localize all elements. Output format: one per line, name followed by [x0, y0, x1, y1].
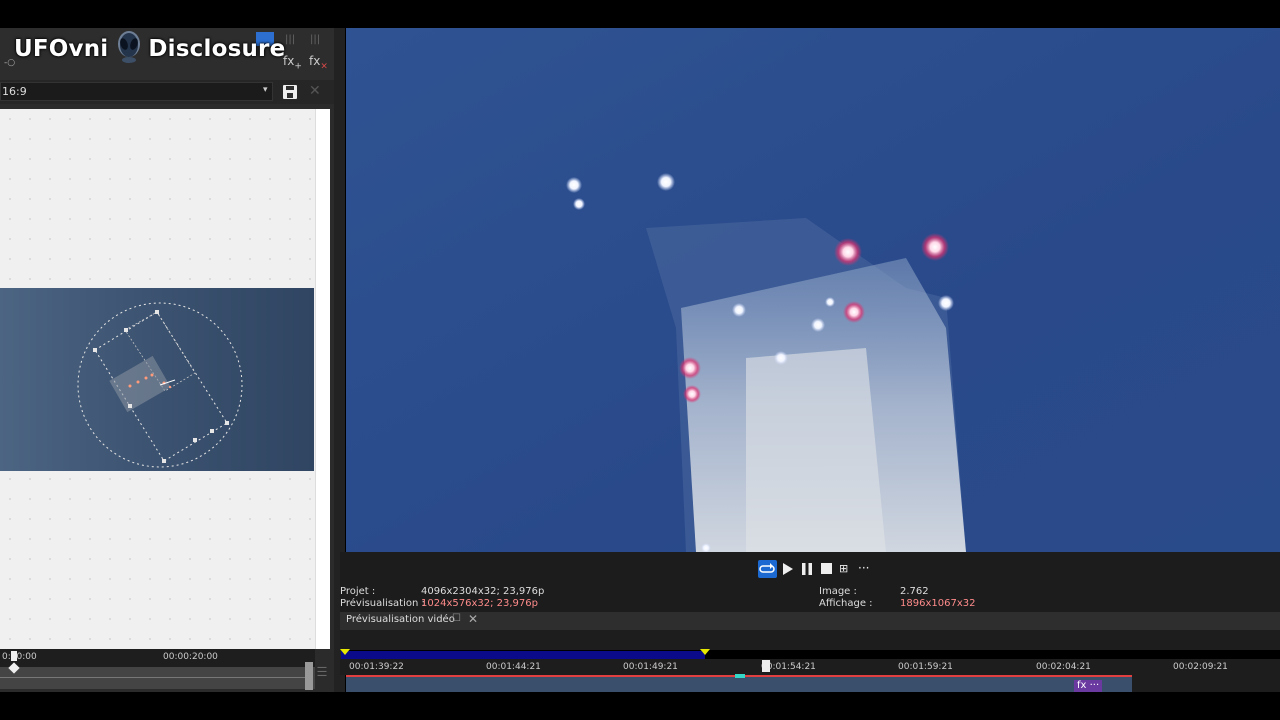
watermark-text: UFOvni — [14, 36, 109, 62]
timecode-label: 00:01:59:21 — [898, 662, 953, 672]
keyframe-track[interactable] — [0, 667, 315, 689]
display-label: Affichage : — [819, 598, 873, 609]
tab-video-preview[interactable]: Prévisualisation vidéo — [346, 614, 455, 625]
channel-watermark: UFOvni Disclosure — [14, 30, 285, 64]
loop-region-bar[interactable] — [341, 651, 705, 659]
timeline-empty-area[interactable] — [1132, 675, 1280, 692]
display-value: 1896x1067x32 — [900, 598, 976, 609]
stop-button[interactable] — [821, 563, 832, 574]
ruler-label: 0:10:00 — [2, 652, 37, 662]
top-letterbox — [0, 0, 1280, 28]
timecode-label: 00:02:04:21 — [1036, 662, 1091, 672]
track-scrollbar[interactable] — [305, 662, 313, 690]
clip-marker[interactable] — [735, 674, 745, 678]
close-icon[interactable]: ✕ — [309, 83, 321, 99]
timecode-label: 00:02:09:21 — [1173, 662, 1228, 672]
vertical-scrollbar[interactable] — [315, 109, 330, 649]
chevron-down-icon[interactable]: ▾ — [263, 85, 268, 95]
keyframe-track-line — [0, 677, 305, 678]
preview-tab-bar — [340, 612, 1280, 630]
loop-start-marker[interactable] — [340, 649, 350, 655]
aspect-ratio-value: 16:9 — [2, 85, 27, 98]
image-value: 2.762 — [900, 586, 929, 597]
save-icon[interactable] — [282, 84, 298, 100]
remove-fx-button[interactable]: fx× — [309, 54, 328, 71]
play-button[interactable] — [782, 562, 794, 576]
loop-icon — [759, 563, 775, 573]
aspect-ratio-select[interactable] — [0, 82, 273, 101]
menu-grip-icon[interactable]: — — — — [317, 663, 329, 681]
project-value: 4096x2304x32; 23,976p — [421, 586, 545, 597]
timecode-label: 00:01:39:22 — [349, 662, 404, 672]
loop-playback-button[interactable] — [758, 560, 777, 578]
grip-icon: ||| — [285, 34, 296, 45]
playhead-cursor[interactable] — [762, 660, 770, 672]
crop-frame-thumbnail[interactable] — [0, 288, 314, 471]
project-label: Projet : — [340, 586, 376, 597]
preview-label: Prévisualisation : — [340, 598, 425, 609]
timecode-label: 00:01:49:21 — [623, 662, 678, 672]
grip-icon: ||| — [310, 34, 321, 45]
timeline-header — [340, 630, 1280, 650]
fx-label: fx — [309, 54, 321, 68]
pause-button[interactable] — [800, 562, 814, 576]
bottom-letterbox — [0, 692, 1280, 720]
more-options-button[interactable]: ··· — [858, 561, 869, 575]
loop-end-marker[interactable] — [700, 649, 710, 655]
timecode-label: 00:01:44:21 — [486, 662, 541, 672]
watermark-text: Disclosure — [148, 36, 286, 62]
plus-icon: + — [294, 61, 302, 72]
grid-overlay-icon[interactable]: ⊞ — [839, 562, 848, 575]
add-fx-button[interactable]: fx+ — [283, 54, 302, 71]
ruler-label: 00:00:20:00 — [163, 652, 218, 662]
close-icon[interactable]: ✕ — [468, 612, 478, 626]
video-preview[interactable] — [346, 28, 1280, 552]
keyframe-ruler — [0, 649, 315, 667]
remove-icon: × — [320, 61, 328, 72]
image-label: Image : — [819, 586, 857, 597]
keyframe-cursor[interactable] — [11, 651, 17, 661]
alien-head-icon — [118, 31, 141, 63]
crop-frame-graphic — [0, 288, 314, 471]
preview-value: 1024x576x32; 23,976p — [421, 598, 538, 609]
video-frame — [346, 28, 1280, 552]
undock-icon[interactable]: ☐ — [452, 613, 461, 624]
clip-fx-button[interactable]: fx ··· — [1074, 680, 1103, 692]
